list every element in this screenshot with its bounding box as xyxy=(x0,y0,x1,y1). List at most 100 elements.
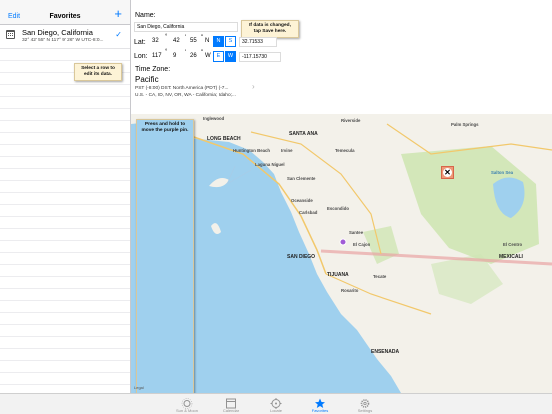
name-field[interactable]: San Diego, California xyxy=(134,22,238,32)
move-pin-tip: Press and hold to move the purple pin. xyxy=(136,119,194,393)
save-tip: If data is changed, tap Save here. xyxy=(241,20,299,38)
tab-settings[interactable]: Settings xyxy=(345,396,385,413)
tab-favorites[interactable]: Favorites xyxy=(300,396,340,413)
location-details: Name: San Diego, California If data is c… xyxy=(131,0,552,114)
empty-row xyxy=(0,253,130,265)
map-label-escondido: Escondido xyxy=(327,206,349,211)
longitude-decimal-field[interactable]: -117.15730 xyxy=(239,52,281,62)
longitude-seconds[interactable]: 26 xyxy=(190,53,197,59)
tab-bar: Sun & Moon Calendar Locate Favorites Set… xyxy=(0,393,552,414)
empty-row xyxy=(0,301,130,313)
tab-locate[interactable]: Locate xyxy=(256,396,296,413)
empty-row xyxy=(0,313,130,325)
longitude-degrees[interactable]: 117 xyxy=(152,53,162,59)
map-label-long-beach: LONG BEACH xyxy=(207,136,241,142)
empty-row xyxy=(0,337,130,349)
minute-symbol: ' xyxy=(185,50,187,56)
empty-row xyxy=(0,157,130,169)
latitude-label: Lat: xyxy=(134,39,146,46)
sidebar-title: Favorites xyxy=(49,13,81,20)
longitude-label: Lon: xyxy=(134,53,148,60)
north-toggle[interactable]: N xyxy=(213,36,224,47)
map-label-el-centro: El Centro xyxy=(503,242,523,247)
map-background xyxy=(131,114,552,393)
map-label-ensenada: ENSENADA xyxy=(371,349,400,355)
second-symbol: " xyxy=(201,50,204,56)
add-favorite-button[interactable]: + xyxy=(114,7,122,20)
empty-row xyxy=(0,229,130,241)
name-label: Name: xyxy=(135,12,156,19)
empty-row xyxy=(0,241,130,253)
sidebar-header: Edit Favorites + xyxy=(0,0,130,25)
empty-row xyxy=(0,133,130,145)
map-label-santa-ana: SANTA ANA xyxy=(289,131,318,137)
timezone-name[interactable]: Pacific xyxy=(135,75,159,84)
map-label-irvine: Irvine xyxy=(281,148,293,153)
south-toggle[interactable]: S xyxy=(225,36,236,47)
location-pin-icon[interactable]: ✕ xyxy=(441,166,454,179)
gear-icon xyxy=(345,396,385,408)
timezone-label: Time Zone: xyxy=(135,66,171,73)
empty-row xyxy=(0,145,130,157)
map-label-palm-springs: Palm Springs xyxy=(451,122,479,127)
second-symbol: " xyxy=(201,35,204,41)
map-label-tijuana: TIJUANA xyxy=(327,272,349,278)
empty-row xyxy=(0,289,130,301)
calendar-icon xyxy=(6,30,15,39)
map-label-san-clemente: San Clemente xyxy=(287,176,316,181)
favorite-detail: 32° 42' 55" N 117° 9' 26" W UTC-8:0... xyxy=(22,38,104,43)
empty-row xyxy=(0,373,130,385)
empty-row xyxy=(0,49,130,61)
map-label-salton-sea: Salton Sea xyxy=(491,170,513,175)
empty-row xyxy=(0,97,130,109)
longitude-minutes[interactable]: 9 xyxy=(173,53,176,59)
chevron-right-icon[interactable]: › xyxy=(252,82,255,91)
star-icon xyxy=(300,396,340,408)
latitude-direction: N xyxy=(205,38,210,44)
empty-row xyxy=(0,277,130,289)
favorite-name: San Diego, California xyxy=(22,28,93,37)
east-toggle[interactable]: E xyxy=(213,51,224,62)
calendar-icon xyxy=(211,396,251,409)
sun-icon xyxy=(167,396,207,409)
empty-row xyxy=(0,265,130,277)
map-label-huntington-beach: Huntington Beach xyxy=(233,148,270,153)
empty-row xyxy=(0,109,130,121)
empty-row xyxy=(0,349,130,361)
empty-row xyxy=(0,325,130,337)
empty-row xyxy=(0,361,130,373)
west-toggle[interactable]: W xyxy=(225,51,236,62)
map-label-tecate: Tecate xyxy=(373,274,387,279)
map-label-oceanside: Oceanside xyxy=(291,198,313,203)
empty-row xyxy=(0,217,130,229)
map-view[interactable]: Inglewood SANTA ANA LONG BEACH Huntingto… xyxy=(131,114,552,393)
tab-calendar[interactable]: Calendar xyxy=(211,396,251,413)
empty-row xyxy=(0,205,130,217)
latitude-seconds[interactable]: 55 xyxy=(190,38,197,44)
legal-link[interactable]: Legal xyxy=(134,385,144,390)
select-row-tip: Select a row to edit its data. xyxy=(74,63,122,81)
favorites-sidebar: Edit Favorites + San Diego, California 3… xyxy=(0,0,131,393)
locate-icon xyxy=(256,396,296,409)
map-label-carlsbad: Carlsbad xyxy=(299,210,318,215)
map-label-inglewood: Inglewood xyxy=(203,116,225,121)
checkmark-icon: ✓ xyxy=(115,30,122,39)
map-label-santee: Santee xyxy=(349,230,364,235)
map-label-mexicali: MEXICALI xyxy=(499,254,523,260)
latitude-degrees[interactable]: 32 xyxy=(152,38,159,44)
degree-symbol: ° xyxy=(165,49,168,55)
tab-sun-moon[interactable]: Sun & Moon xyxy=(167,396,207,413)
map-label-laguna-niguel: Laguna Niguel xyxy=(255,162,285,167)
latitude-decimal-field[interactable]: 32.71533 xyxy=(239,37,277,47)
map-label-riverside: Riverside xyxy=(341,118,361,123)
favorite-row[interactable]: San Diego, California 32° 42' 55" N 117°… xyxy=(0,25,130,49)
empty-row xyxy=(0,169,130,181)
timezone-regions: U.S. - CA, ID, NV, OR, WA - California; … xyxy=(135,93,236,98)
timezone-detail: PST (-8:00) DST: North America (PDT) (-7… xyxy=(135,86,229,91)
map-label-el-cajon: El Cajon xyxy=(353,242,371,247)
map-label-san-diego: SAN DIEGO xyxy=(287,254,316,260)
degree-symbol: ° xyxy=(165,34,168,40)
empty-row xyxy=(0,121,130,133)
empty-row xyxy=(0,181,130,193)
latitude-minutes[interactable]: 42 xyxy=(173,38,180,44)
